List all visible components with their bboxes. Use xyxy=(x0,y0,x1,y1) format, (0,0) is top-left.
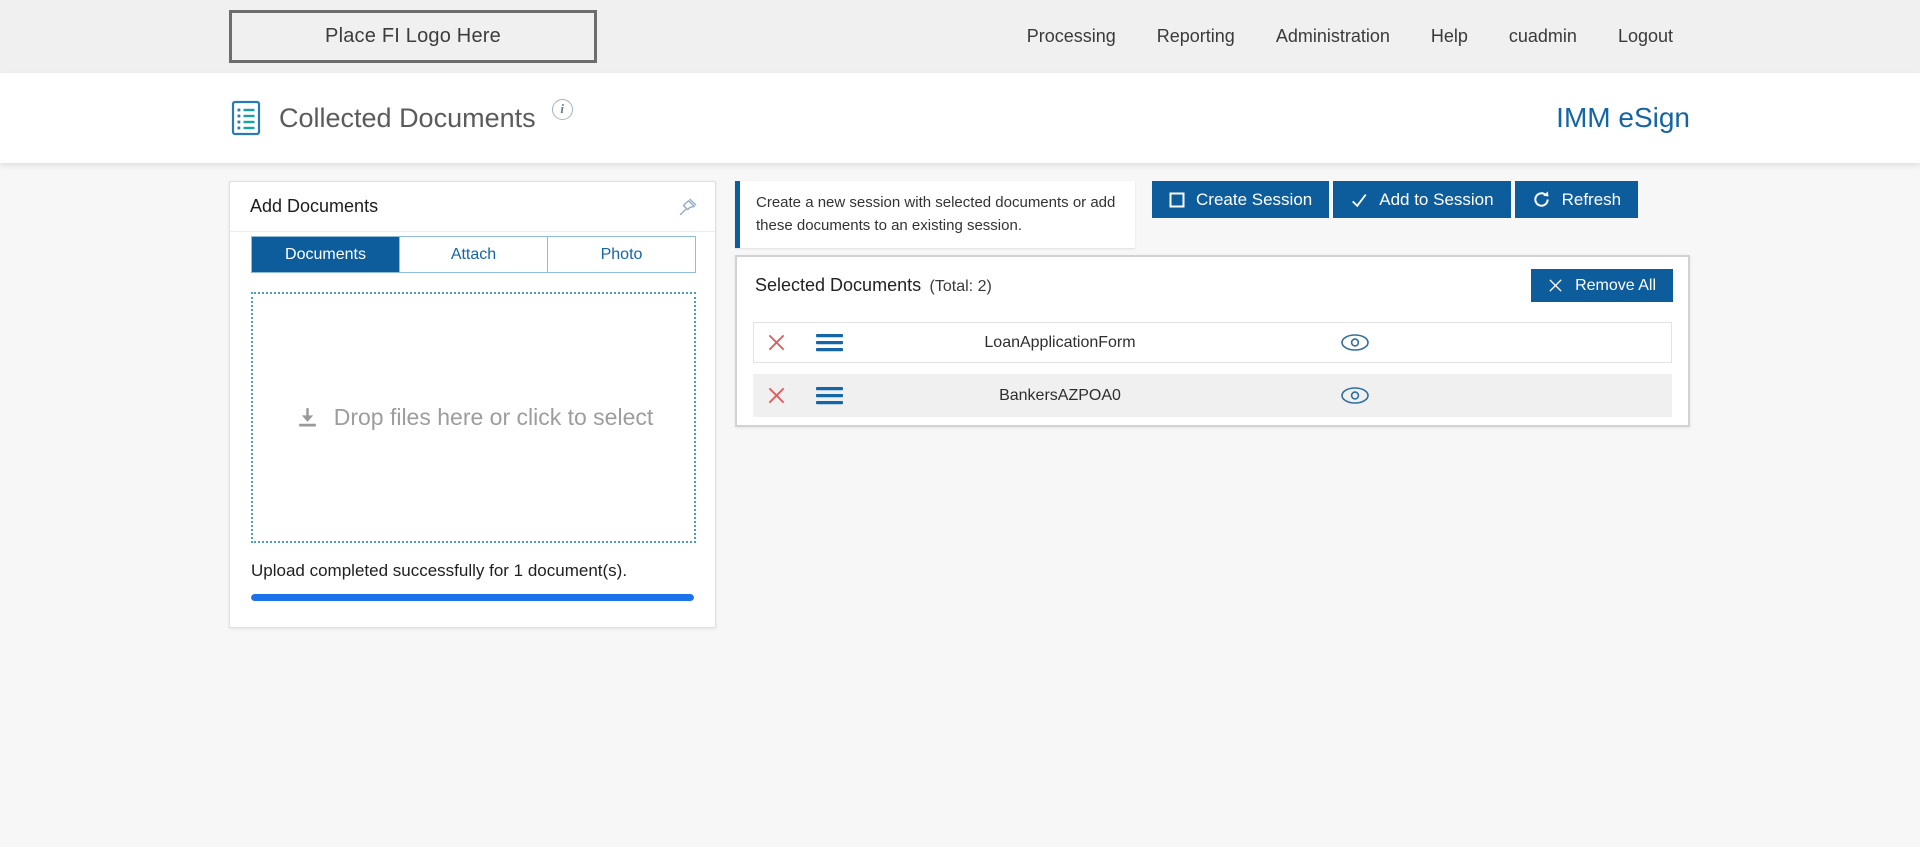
create-session-button[interactable]: Create Session xyxy=(1152,181,1329,218)
tab-photo[interactable]: Photo xyxy=(547,237,695,272)
selected-documents-total: (Total: 2) xyxy=(930,278,992,295)
top-navigation: Processing Reporting Administration Help… xyxy=(1027,26,1673,47)
refresh-label: Refresh xyxy=(1562,190,1622,210)
selected-documents-title: Selected Documents xyxy=(755,275,921,295)
session-actions: Create Session Add to Session Refresh xyxy=(1152,181,1638,218)
page-header: Collected Documents i IMM eSign xyxy=(0,73,1920,163)
pin-icon[interactable] xyxy=(677,196,699,218)
tab-attach[interactable]: Attach xyxy=(399,237,547,272)
create-session-label: Create Session xyxy=(1196,190,1312,210)
square-icon xyxy=(1169,192,1185,208)
dropzone-label: Drop files here or click to select xyxy=(334,404,654,431)
session-info-note: Create a new session with selected docum… xyxy=(735,181,1135,248)
drag-handle-icon[interactable] xyxy=(798,333,860,352)
preview-eye-icon[interactable] xyxy=(1260,386,1450,405)
document-name: BankersAZPOA0 xyxy=(860,387,1260,405)
remove-all-button[interactable]: Remove All xyxy=(1531,269,1673,302)
download-icon xyxy=(294,405,321,430)
add-documents-title: Add Documents xyxy=(250,196,378,217)
document-row: LoanApplicationForm xyxy=(753,322,1672,363)
brand-imm-esign: IMM eSign xyxy=(1556,102,1690,134)
tab-documents[interactable]: Documents xyxy=(252,237,399,272)
page-title-group: Collected Documents i xyxy=(229,99,573,137)
info-icon[interactable]: i xyxy=(552,99,573,120)
upload-progress-bar xyxy=(251,594,694,601)
fi-logo-text: Place FI Logo Here xyxy=(325,25,501,48)
document-row: BankersAZPOA0 xyxy=(753,374,1672,417)
nav-reporting[interactable]: Reporting xyxy=(1157,26,1235,47)
collected-documents-icon xyxy=(229,99,263,137)
checkmark-icon xyxy=(1350,191,1368,209)
selected-documents-header: Selected Documents (Total: 2) Remove All xyxy=(737,257,1688,302)
drag-handle-icon[interactable] xyxy=(798,386,860,405)
nav-processing[interactable]: Processing xyxy=(1027,26,1116,47)
add-to-session-button[interactable]: Add to Session xyxy=(1333,181,1510,218)
delete-document-icon[interactable] xyxy=(754,333,798,352)
fi-logo-placeholder: Place FI Logo Here xyxy=(229,10,597,63)
main-content: Add Documents Documents Attach Photo xyxy=(0,163,1920,847)
nav-user-cuadmin[interactable]: cuadmin xyxy=(1509,26,1577,47)
selected-documents-panel: Selected Documents (Total: 2) Remove All xyxy=(735,255,1690,427)
topbar: Place FI Logo Here Processing Reporting … xyxy=(0,0,1920,73)
file-dropzone[interactable]: Drop files here or click to select xyxy=(251,292,696,543)
refresh-icon xyxy=(1532,190,1551,209)
remove-all-label: Remove All xyxy=(1575,277,1656,295)
document-name: LoanApplicationForm xyxy=(860,334,1260,352)
refresh-button[interactable]: Refresh xyxy=(1515,181,1639,218)
add-documents-tabs: Documents Attach Photo xyxy=(251,236,696,273)
nav-administration[interactable]: Administration xyxy=(1276,26,1390,47)
page-title: Collected Documents xyxy=(279,103,536,134)
add-documents-panel: Add Documents Documents Attach Photo xyxy=(229,181,716,628)
x-icon xyxy=(1548,278,1563,293)
add-to-session-label: Add to Session xyxy=(1379,190,1493,210)
selected-documents-title-group: Selected Documents (Total: 2) xyxy=(755,275,992,296)
nav-help[interactable]: Help xyxy=(1431,26,1468,47)
session-info-text: Create a new session with selected docum… xyxy=(756,194,1115,234)
upload-progress-fill xyxy=(251,594,694,601)
preview-eye-icon[interactable] xyxy=(1260,333,1450,352)
add-documents-header: Add Documents xyxy=(230,182,715,232)
document-rows: LoanApplicationForm xyxy=(753,322,1672,417)
nav-logout[interactable]: Logout xyxy=(1618,26,1673,47)
delete-document-icon[interactable] xyxy=(754,386,798,405)
upload-status-text: Upload completed successfully for 1 docu… xyxy=(251,561,694,581)
